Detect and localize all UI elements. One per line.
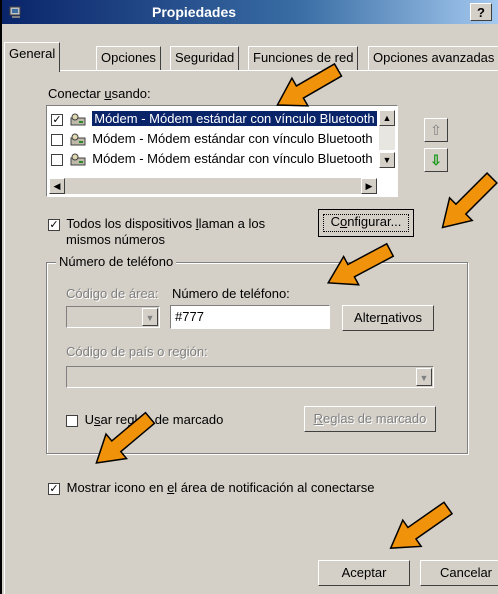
all-devices-option[interactable]: ✓ Todos los dispositivos llaman a los [48,216,265,231]
device-checkbox[interactable]: ✓ [51,113,63,126]
configure-button[interactable]: Configurar... [318,209,414,237]
country-select[interactable]: ▼ [66,366,434,388]
help-button[interactable]: ? [470,3,492,21]
move-down-icon[interactable]: ⇩ [424,148,448,172]
area-code-select[interactable]: ▼ [66,306,160,328]
scroll-right-button[interactable]: ▶ [361,178,377,194]
all-devices-label: Todos los dispositivos llaman a los [66,216,266,231]
tab-security[interactable]: Seguridad [170,46,240,70]
tab-options[interactable]: Opciones [96,46,161,70]
tab-strip: General Opciones Seguridad Funciones de … [2,40,498,72]
device-label: Módem - Módem estándar con vínculo Bluet… [92,111,377,126]
show-icon-option[interactable]: ✓ Mostrar icono en el área de notificaci… [48,480,374,495]
window-title: Propiedades [152,4,237,20]
alternates-button[interactable]: Alternativos [342,305,434,331]
area-code-label: Código de área: [66,286,159,301]
all-devices-label-line2: mismos números [66,232,165,247]
tab-network[interactable]: Funciones de red [248,46,359,70]
country-code-label: Código de país o región: [66,344,208,359]
phone-number-group-title: Número de teléfono [56,254,177,269]
device-label: Módem - Módem estándar con vínculo Bluet… [92,131,373,146]
show-icon-label: Mostrar icono en el área de notificación… [66,480,375,495]
device-checkbox[interactable] [51,133,63,146]
dialing-rules-label: Usar reglas de marcado [84,412,224,427]
chevron-down-icon[interactable]: ▼ [142,308,158,326]
dialing-rules-option[interactable]: Usar reglas de marcado [66,412,223,427]
dialing-rules-button[interactable]: Reglas de marcado [304,406,436,432]
device-item[interactable]: Módem - Módem estándar con vínculo Bluet… [51,150,373,168]
scroll-up-button[interactable]: ▲ [379,110,395,126]
device-label: Módem - Módem estándar con vínculo Bluet… [92,151,373,166]
title-bar[interactable]: Propiedades ? [2,0,498,24]
modem-icon [70,133,86,146]
connect-using-label: Conectar usando: [48,86,151,101]
connection-icon [9,6,21,18]
scroll-down-button[interactable]: ▼ [379,152,395,168]
all-devices-checkbox[interactable]: ✓ [48,218,60,231]
cancel-button[interactable]: Cancelar [420,560,498,586]
modem-icon [70,113,86,126]
vertical-scrollbar-track[interactable] [379,126,395,150]
device-item[interactable]: Módem - Módem estándar con vínculo Bluet… [51,130,373,148]
ok-button[interactable]: Aceptar [318,560,410,586]
chevron-down-icon[interactable]: ▼ [416,368,432,386]
tab-general[interactable]: General [4,42,61,72]
scroll-left-button[interactable]: ◀ [49,178,65,194]
horizontal-scrollbar-thumb[interactable] [65,178,361,194]
tab-advanced[interactable]: Opciones avanzadas [368,46,498,70]
device-item[interactable]: ✓ Módem - Módem estándar con vínculo Blu… [51,110,377,128]
show-icon-checkbox[interactable]: ✓ [48,482,60,495]
modem-icon [70,153,86,166]
move-up-icon[interactable]: ⇧ [424,118,448,142]
phone-number-input[interactable]: #777 [170,305,330,329]
phone-number-label: Número de teléfono: [172,286,290,301]
properties-window: Propiedades ? General Opciones Seguridad… [0,0,498,594]
dialing-rules-checkbox[interactable] [66,414,78,427]
device-checkbox[interactable] [51,153,63,166]
device-list[interactable]: ✓ Módem - Módem estándar con vínculo Blu… [46,105,398,197]
